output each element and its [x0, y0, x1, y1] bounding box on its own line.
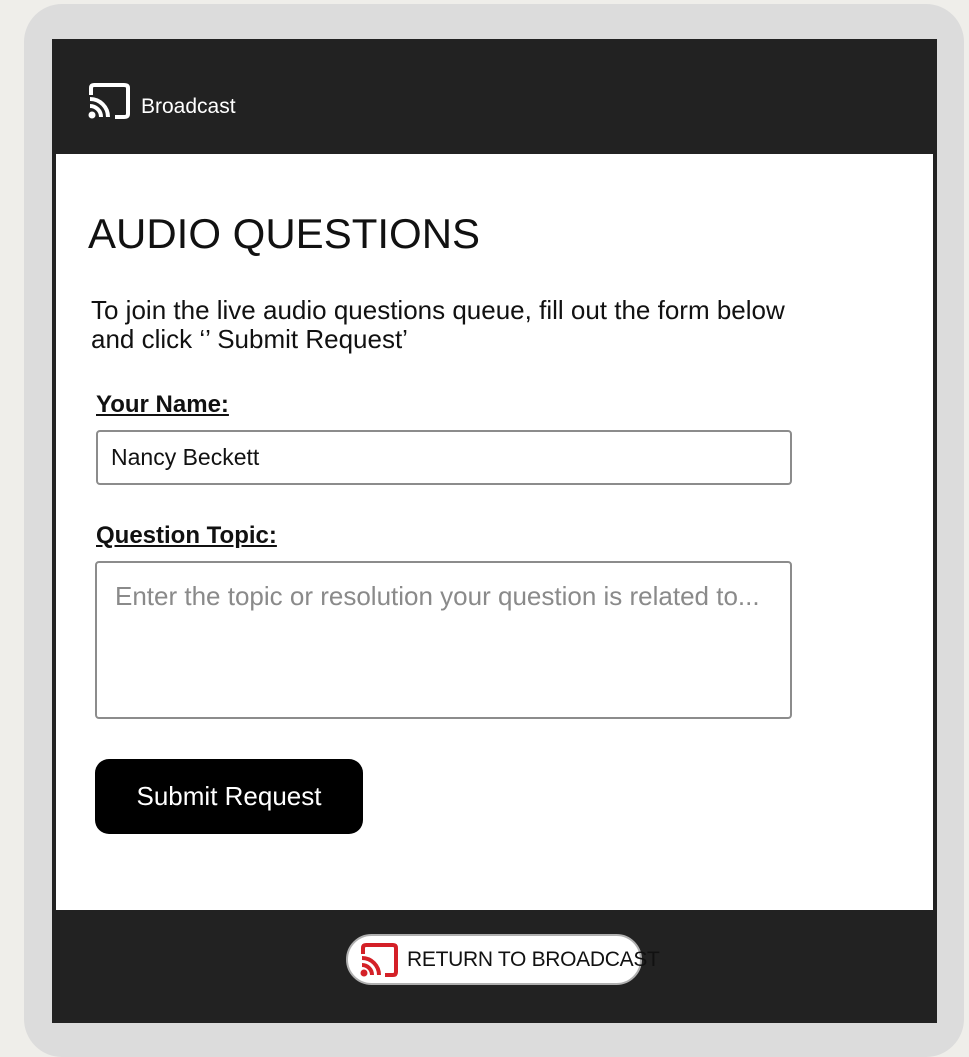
topic-label: Question Topic:	[96, 522, 277, 549]
cast-icon	[88, 83, 130, 119]
footer-bar: RETURN TO BROADCAST	[52, 910, 937, 1023]
intro-text: To join the live audio questions queue, …	[91, 295, 785, 354]
topic-field[interactable]	[95, 561, 792, 719]
header-bar: Broadcast	[52, 39, 937, 154]
submit-request-button[interactable]: Submit Request	[95, 759, 363, 834]
form-panel: AUDIO QUESTIONS To join the live audio q…	[56, 154, 933, 910]
page-title: AUDIO QUESTIONS	[88, 210, 481, 257]
return-to-broadcast-button[interactable]: RETURN TO BROADCAST	[346, 934, 660, 985]
name-label: Your Name:	[96, 391, 229, 418]
cast-icon	[360, 942, 398, 977]
return-label: RETURN TO BROADCAST	[407, 947, 660, 971]
app-title: Broadcast	[141, 95, 236, 118]
name-field[interactable]	[96, 430, 792, 485]
app-screen: Broadcast AUDIO QUESTIONS To join the li…	[52, 39, 937, 1023]
